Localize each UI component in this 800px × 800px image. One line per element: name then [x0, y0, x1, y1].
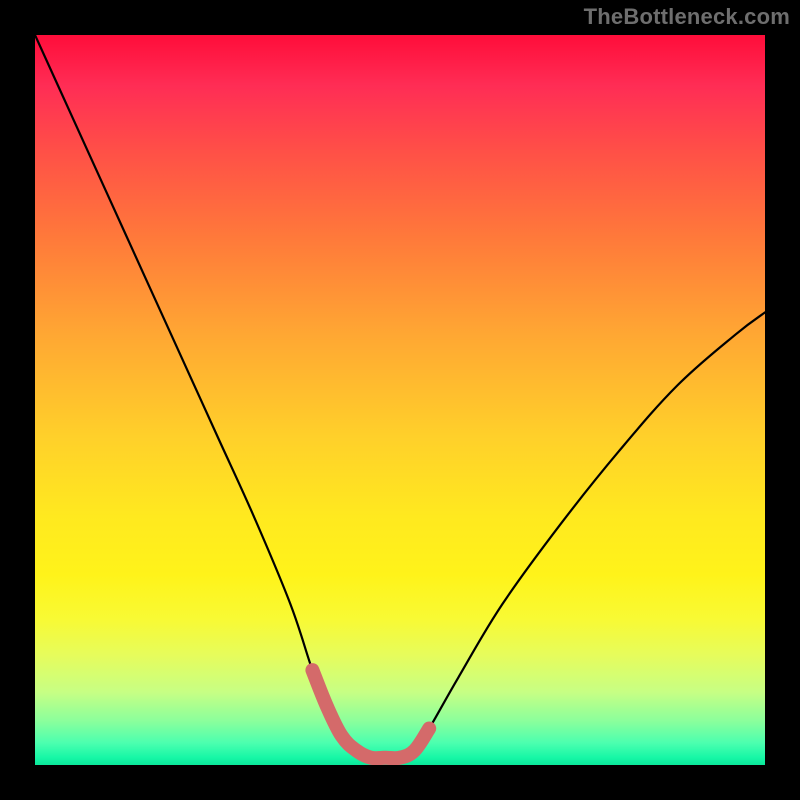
bottleneck-floor-highlight-path [312, 670, 429, 758]
bottleneck-curve-path [35, 35, 765, 758]
plot-area [35, 35, 765, 765]
chart-frame: TheBottleneck.com [0, 0, 800, 800]
watermark-text: TheBottleneck.com [584, 4, 790, 30]
curve-svg [35, 35, 765, 765]
